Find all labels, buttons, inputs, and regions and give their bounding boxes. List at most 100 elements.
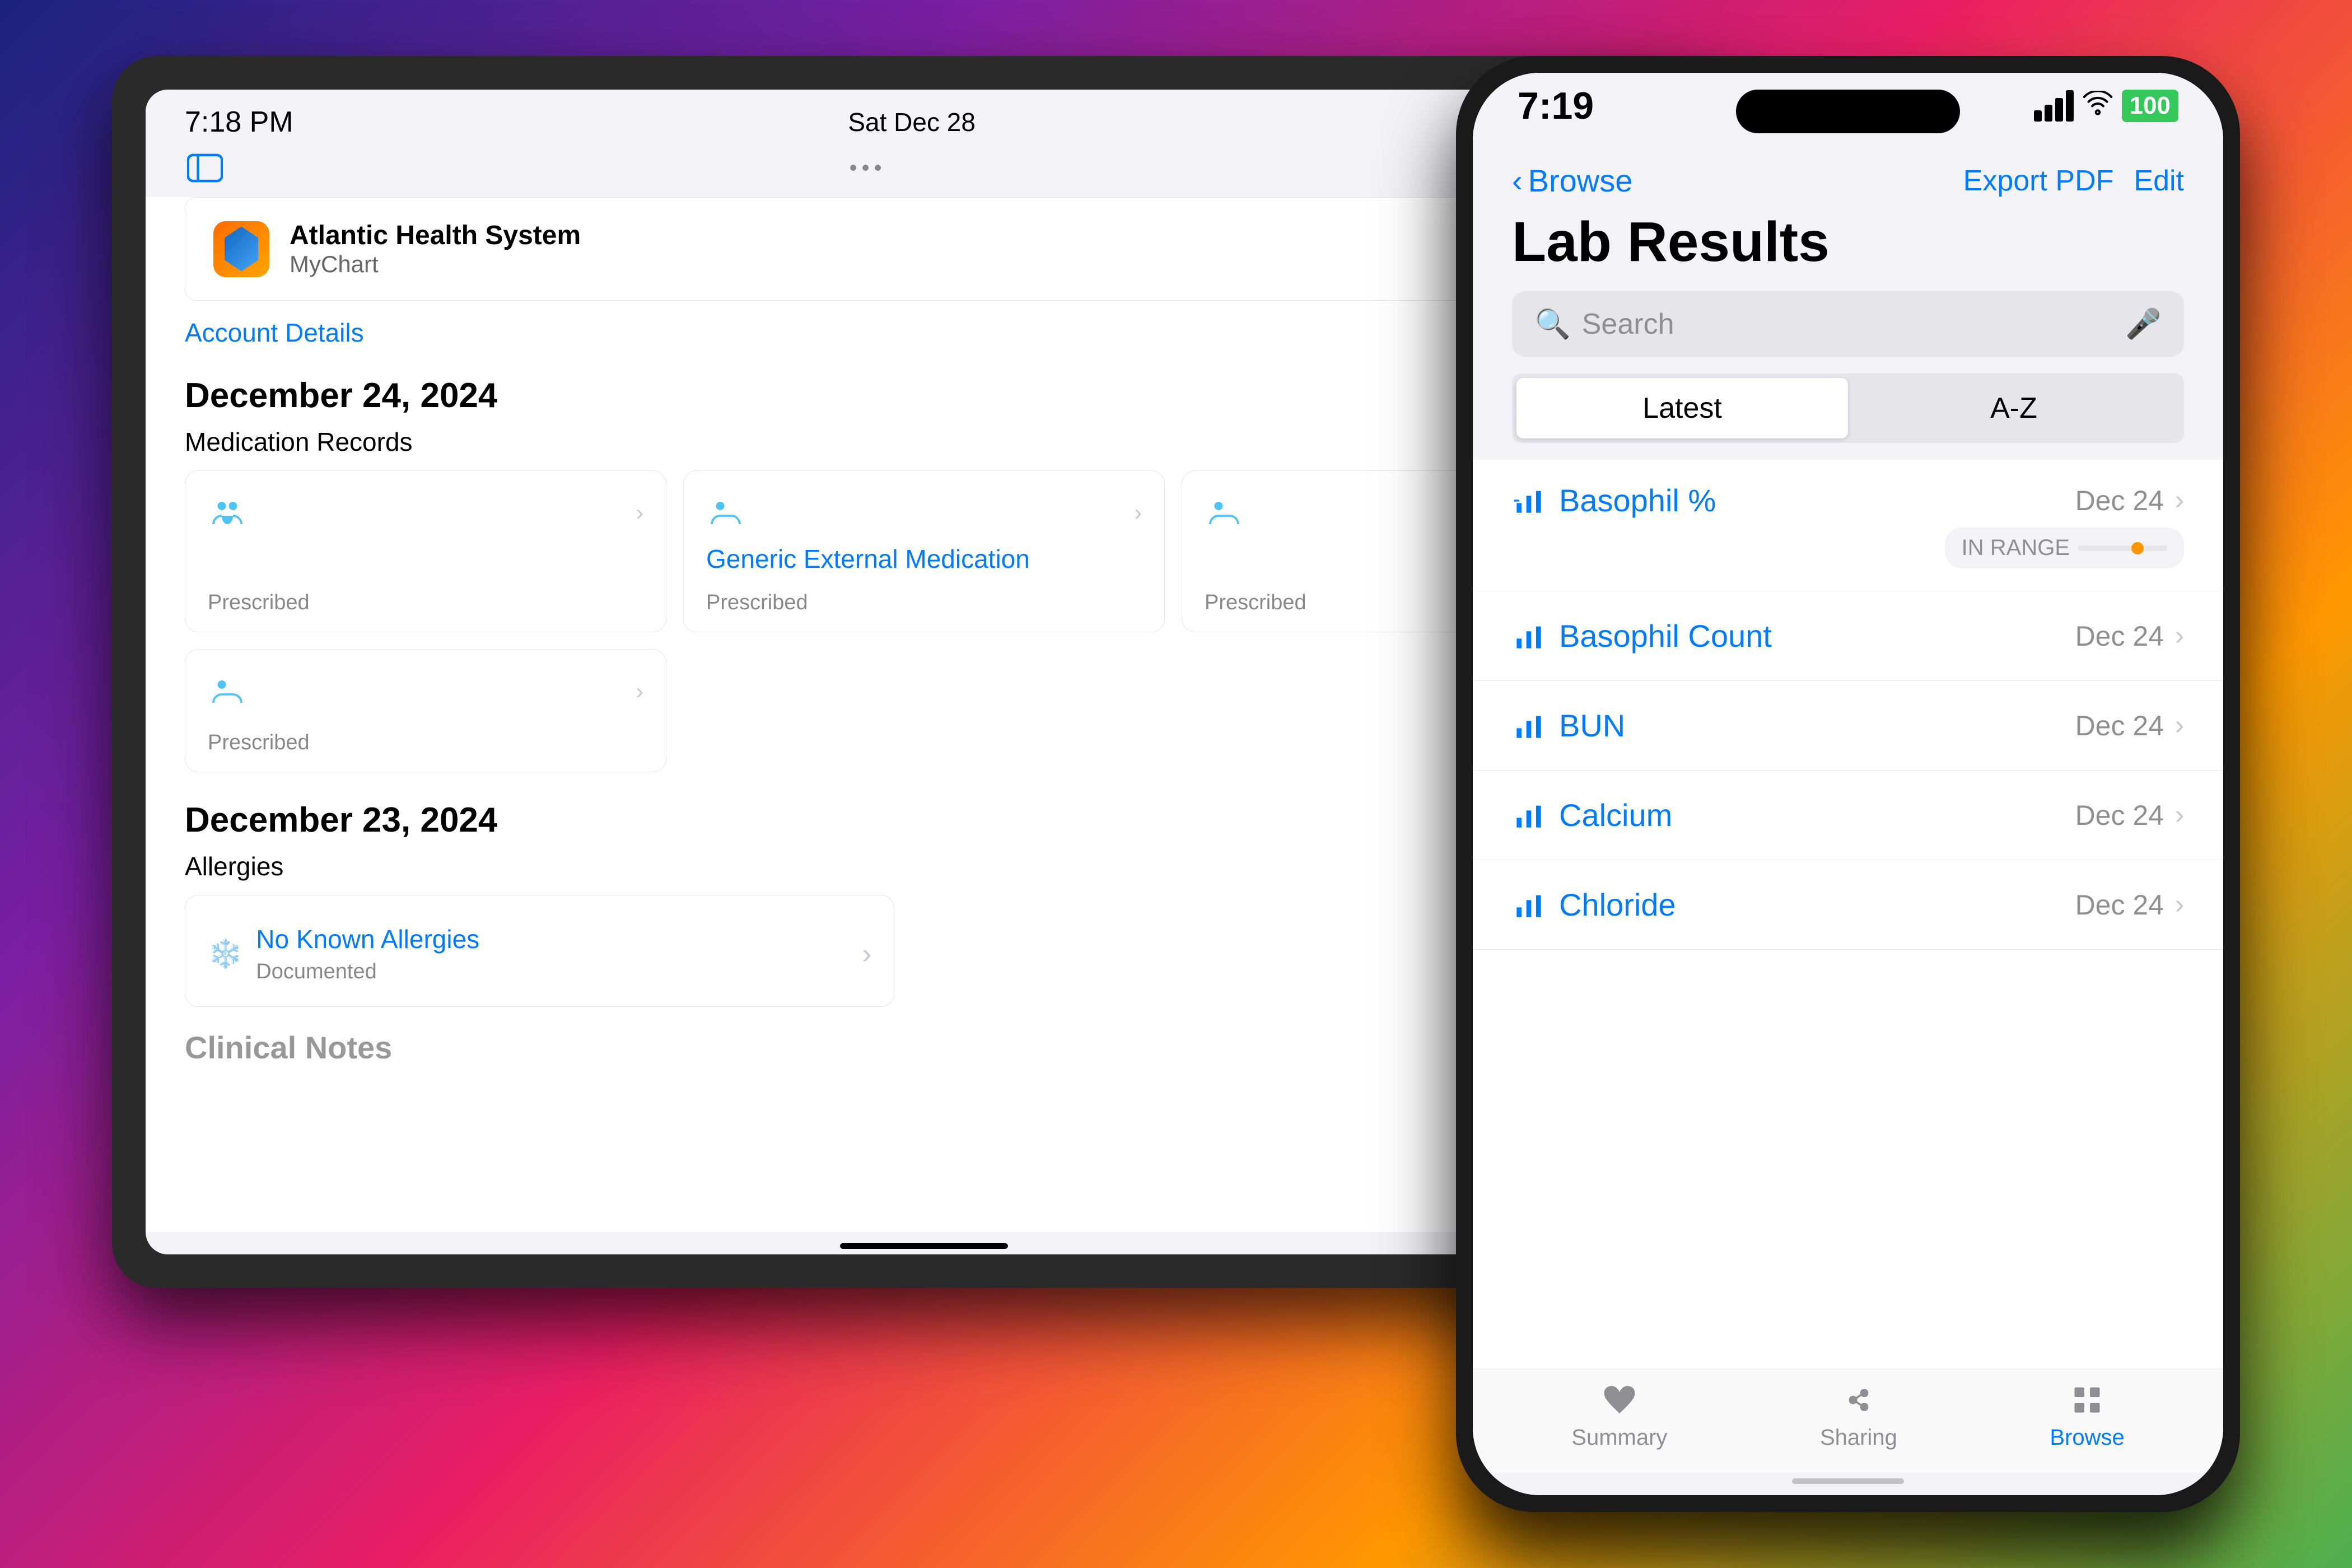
heart-path xyxy=(1604,1386,1635,1413)
med-card-4-chevron: › xyxy=(636,679,643,704)
lab-date-chloride: Dec 24 xyxy=(2075,889,2164,921)
med-card-2-chevron: › xyxy=(1135,501,1142,526)
med-icon-4 xyxy=(208,672,247,711)
lab-bar-icon-chloride xyxy=(1512,888,1546,922)
med-card-1-label: Prescribed xyxy=(208,591,643,615)
search-input[interactable]: Search xyxy=(1582,307,2115,341)
clinical-notes-header: Clinical Notes xyxy=(185,1029,1663,1066)
lab-bar-icon-basophil-count xyxy=(1512,619,1546,653)
iphone-nav-actions: Export PDF Edit xyxy=(1963,164,2184,198)
lab-item-left-basophil: Basophil % xyxy=(1512,482,1716,519)
med-card-2[interactable]: › Generic External Medication Prescribed xyxy=(683,470,1165,632)
signal-icon xyxy=(2034,90,2074,122)
med-card-4[interactable]: › Prescribed xyxy=(185,649,666,772)
lab-name-bun: BUN xyxy=(1559,707,1625,744)
account-header: Atlantic Health System MyChart xyxy=(185,197,1663,301)
search-icon: 🔍 xyxy=(1534,307,1571,341)
med-icon-2 xyxy=(706,493,745,533)
summary-tab-label: Summary xyxy=(1571,1425,1667,1450)
med-icon-1 xyxy=(208,493,247,533)
lab-date-basophil-count: Dec 24 xyxy=(2075,620,2164,652)
allergy-subtitle: Documented xyxy=(256,960,479,984)
tab-bar-browse[interactable]: Browse xyxy=(2050,1380,2124,1450)
lab-item-basophil-percent[interactable]: Basophil % Dec 24 › IN RANGE xyxy=(1473,460,2223,591)
allergy-snowflake-icon: ❄️ xyxy=(208,937,242,970)
lab-item-bun[interactable]: BUN Dec 24 › xyxy=(1473,681,2223,771)
iphone-nav-bar: ‹ Browse Export PDF Edit xyxy=(1473,151,2223,204)
ipad-time: 7:18 PM xyxy=(185,105,293,139)
account-details-link[interactable]: Account Details xyxy=(185,318,1663,348)
lab-results-tabs: Latest A-Z xyxy=(1512,374,2184,443)
lab-item-left-calcium: Calcium xyxy=(1512,797,1672,833)
iphone-export-pdf-button[interactable]: Export PDF xyxy=(1963,164,2114,198)
dynamic-island xyxy=(1736,90,1960,133)
lab-item-calcium[interactable]: Calcium Dec 24 › xyxy=(1473,771,2223,860)
iphone-device: 7:19 xyxy=(1456,56,2240,1512)
med-card-1[interactable]: › Prescribed xyxy=(185,470,666,632)
lab-date-basophil-percent: Dec 24 xyxy=(2075,484,2164,517)
lab-bar-icon-bun xyxy=(1512,709,1546,743)
tab-bar-sharing[interactable]: Sharing xyxy=(1820,1380,1897,1450)
atlantic-health-logo xyxy=(225,227,258,272)
lab-chevron-chloride: › xyxy=(2175,889,2184,920)
med-card-4-label: Prescribed xyxy=(208,731,643,755)
allergy-card[interactable]: ❄️ No Known Allergies Documented › xyxy=(185,895,894,1007)
ipad-home-indicator xyxy=(840,1243,1008,1249)
iphone-time: 7:19 xyxy=(1518,84,1594,128)
lab-name-calcium: Calcium xyxy=(1559,797,1672,833)
search-bar[interactable]: 🔍 Search 🎤 xyxy=(1512,291,2184,357)
med-card-1-chevron: › xyxy=(636,501,643,526)
lab-name-basophil-count: Basophil Count xyxy=(1559,618,1772,654)
iphone-edit-button[interactable]: Edit xyxy=(2134,164,2184,198)
iphone-page-title: Lab Results xyxy=(1473,204,2223,291)
lab-item-right-bun: Dec 24 › xyxy=(2075,710,2184,742)
allergy-card-content: No Known Allergies Documented xyxy=(256,924,479,984)
tab-az[interactable]: A-Z xyxy=(1848,378,2180,438)
medication-cards-row-1: › Prescribed xyxy=(185,470,1663,632)
lab-chevron-basophil-count: › xyxy=(2175,620,2184,651)
section-type-medication: Medication Records xyxy=(185,427,1663,457)
back-label: Browse xyxy=(1528,162,1633,199)
med-card-2-label: Prescribed xyxy=(706,591,1142,615)
back-button[interactable]: ‹ Browse xyxy=(1512,162,1632,199)
lab-item-left-bun: BUN xyxy=(1512,707,1625,744)
sharing-tab-icon-wrap xyxy=(1836,1380,1881,1420)
allergy-card-left: ❄️ No Known Allergies Documented xyxy=(208,924,479,984)
lab-name-basophil-percent: Basophil % xyxy=(1559,482,1716,519)
lab-bar-icon-basophil xyxy=(1512,484,1546,517)
lab-name-chloride: Chloride xyxy=(1559,886,1676,923)
iphone-status-icons: 100 xyxy=(2034,89,2178,123)
sharing-tab-label: Sharing xyxy=(1820,1425,1897,1450)
range-indicator xyxy=(2078,545,2167,551)
account-info: Atlantic Health System MyChart xyxy=(290,220,581,278)
wifi-icon-iphone xyxy=(2083,89,2113,123)
lab-item-basophil-count[interactable]: Basophil Count Dec 24 › xyxy=(1473,591,2223,681)
lab-item-right-basophil: Dec 24 › xyxy=(2075,484,2184,517)
account-subtitle: MyChart xyxy=(290,251,581,278)
lab-chevron-basophil: › xyxy=(2175,485,2184,516)
sidebar-toggle-button[interactable] xyxy=(185,151,225,185)
in-range-badge: IN RANGE xyxy=(1945,528,2184,568)
lab-chevron-calcium: › xyxy=(2175,800,2184,830)
account-name: Atlantic Health System xyxy=(290,220,581,251)
medication-cards-row-2: › Prescribed xyxy=(185,649,1663,772)
browse-tab-label: Browse xyxy=(2050,1425,2124,1450)
lab-bar-icon-calcium xyxy=(1512,799,1546,832)
generic-external-med-link[interactable]: Generic External Medication xyxy=(706,544,1030,573)
mic-icon[interactable]: 🎤 xyxy=(2125,307,2162,341)
allergy-card-chevron: › xyxy=(862,937,872,970)
summary-tab-icon-wrap xyxy=(1597,1380,1642,1420)
lab-item-chloride[interactable]: Chloride Dec 24 › xyxy=(1473,860,2223,950)
scene: 7:18 PM Sat Dec 28 🔋 82% xyxy=(112,56,2240,1512)
lab-results-list: Basophil % Dec 24 › IN RANGE xyxy=(1473,460,2223,1369)
tab-latest[interactable]: Latest xyxy=(1516,378,1848,438)
iphone-tab-bar: Summary Sharing xyxy=(1473,1369,2223,1473)
lab-date-calcium: Dec 24 xyxy=(2075,799,2164,832)
section-date-dec23: December 23, 2024 xyxy=(185,800,1663,840)
tab-bar-summary[interactable]: Summary xyxy=(1571,1380,1667,1450)
lab-item-right-chloride: Dec 24 › xyxy=(2075,889,2184,921)
back-chevron-icon: ‹ xyxy=(1512,162,1523,199)
account-logo xyxy=(213,221,269,277)
ipad-date: Sat Dec 28 xyxy=(848,107,976,137)
lab-item-right-calcium: Dec 24 › xyxy=(2075,799,2184,832)
